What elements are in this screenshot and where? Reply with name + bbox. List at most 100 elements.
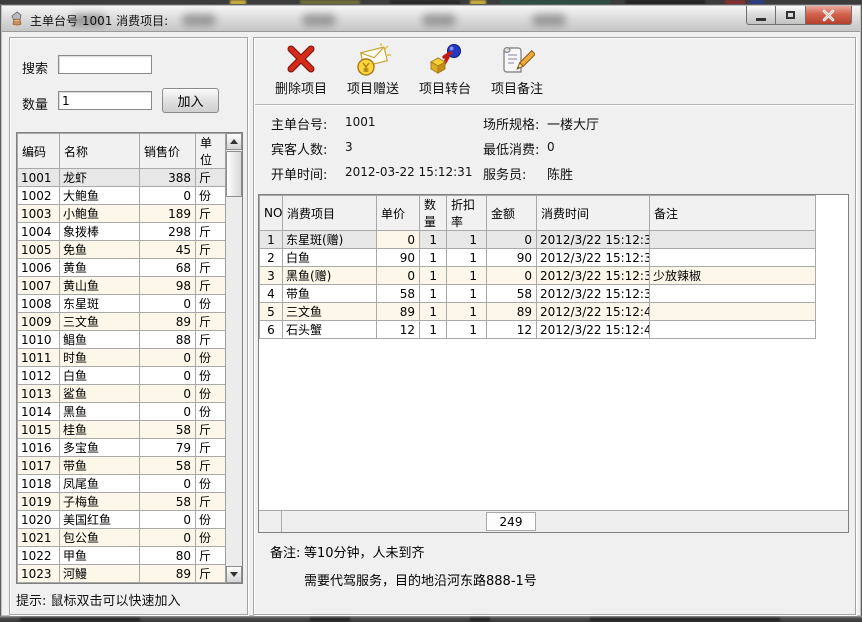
col-header-price[interactable]: 销售价 xyxy=(140,134,196,169)
table-row[interactable]: 1022甲鱼80斤 xyxy=(18,547,226,565)
table-cell: 白鱼 xyxy=(60,367,140,385)
col-header-discount[interactable]: 折扣率 xyxy=(447,196,487,231)
bg-fragment xyxy=(470,618,490,621)
table-cell: 189 xyxy=(140,205,196,223)
table-row[interactable]: 1009三文鱼89斤 xyxy=(18,313,226,331)
table-cell: 1009 xyxy=(18,313,60,331)
table-cell: 32 xyxy=(140,583,196,584)
table-row[interactable]: 1006黄鱼68斤 xyxy=(18,259,226,277)
table-row[interactable]: 1017带鱼58斤 xyxy=(18,457,226,475)
table-cell: 鲨鱼 xyxy=(60,385,140,403)
table-cell: 1002 xyxy=(18,187,60,205)
table-cell: 带鱼 xyxy=(283,285,377,303)
col-header-item[interactable]: 消费项目 xyxy=(283,196,377,231)
table-cell xyxy=(650,303,816,321)
delete-item-button[interactable]: 删除项目 xyxy=(265,43,337,101)
col-header-amount[interactable]: 金额 xyxy=(487,196,537,231)
table-row[interactable]: 1014黑鱼0份 xyxy=(18,403,226,421)
waiter-value: 陈胜 xyxy=(547,164,573,183)
toolbar-button-label: 删除项目 xyxy=(275,78,327,97)
search-input[interactable] xyxy=(58,55,152,74)
transfer-item-button[interactable]: 项目转台 xyxy=(409,43,481,101)
table-row[interactable]: 1016多宝鱼79斤 xyxy=(18,439,226,457)
table-cell: 1003 xyxy=(18,205,60,223)
table-row[interactable]: 1020美国红鱼0份 xyxy=(18,511,226,529)
table-cell: 1012 xyxy=(18,367,60,385)
bg-fragment xyxy=(20,618,140,621)
note-item-button[interactable]: 项目备注 xyxy=(481,43,553,101)
order-toolbar: 删除项目 项目赠送 xyxy=(255,39,854,105)
table-cell: 斤 xyxy=(196,421,226,439)
quantity-input[interactable] xyxy=(58,91,152,110)
table-cell: 58 xyxy=(140,421,196,439)
table-row[interactable]: 1005免鱼45斤 xyxy=(18,241,226,259)
col-header-time[interactable]: 消费时间 xyxy=(537,196,650,231)
table-row[interactable]: 2白鱼9011902012/3/22 15:12:38 xyxy=(260,249,816,267)
table-row[interactable]: 1002大鲍鱼0份 xyxy=(18,187,226,205)
table-row[interactable]: 1015桂鱼58斤 xyxy=(18,421,226,439)
remarks-label: 备注: xyxy=(270,542,300,561)
table-cell xyxy=(650,231,816,249)
table-row[interactable]: 4带鱼5811582012/3/22 15:12:39 xyxy=(260,285,816,303)
table-cell: 90 xyxy=(487,249,537,267)
scroll-thumb[interactable] xyxy=(226,151,242,197)
items-scrollbar[interactable] xyxy=(225,133,242,583)
table-row[interactable]: 1024鲈鱼32斤 xyxy=(18,583,226,584)
table-row[interactable]: 6石头蟹1211122012/3/22 15:12:43 xyxy=(260,321,816,339)
table-cell: 免鱼 xyxy=(60,241,140,259)
glass-blur-blob xyxy=(302,14,336,26)
table-row[interactable]: 1010鲳鱼88斤 xyxy=(18,331,226,349)
col-header-remark[interactable]: 备注 xyxy=(650,196,816,231)
scroll-up-button[interactable] xyxy=(226,133,242,150)
table-row[interactable]: 1012白鱼0份 xyxy=(18,367,226,385)
table-no-label: 主单台号: xyxy=(271,114,327,133)
table-cell: 份 xyxy=(196,187,226,205)
table-cell: 1 xyxy=(420,267,447,285)
minimize-icon xyxy=(756,18,766,21)
table-row[interactable]: 1019子梅鱼58斤 xyxy=(18,493,226,511)
table-cell: 1 xyxy=(447,303,487,321)
table-row[interactable]: 1008东星斑0份 xyxy=(18,295,226,313)
table-row[interactable]: 1004象拨棒298斤 xyxy=(18,223,226,241)
table-cell: 0 xyxy=(377,267,420,285)
col-header-unit-price[interactable]: 单价 xyxy=(377,196,420,231)
table-cell: 黑鱼(赠) xyxy=(283,267,377,285)
search-label: 搜索 xyxy=(22,58,48,77)
minimize-button[interactable] xyxy=(746,6,776,25)
col-header-code[interactable]: 编码 xyxy=(18,134,60,169)
maximize-button[interactable] xyxy=(776,6,806,25)
table-cell: 1 xyxy=(447,285,487,303)
table-cell: 1024 xyxy=(18,583,60,584)
table-row[interactable]: 1023河鳗89斤 xyxy=(18,565,226,583)
table-cell: 1017 xyxy=(18,457,60,475)
scroll-down-icon xyxy=(230,572,238,577)
table-row[interactable]: 1013鲨鱼0份 xyxy=(18,385,226,403)
table-cell: 0 xyxy=(140,511,196,529)
gift-item-button[interactable]: 项目赠送 xyxy=(337,43,409,101)
table-row[interactable]: 1007黄山鱼98斤 xyxy=(18,277,226,295)
col-header-unit[interactable]: 单位 xyxy=(196,134,226,169)
table-cell: 1016 xyxy=(18,439,60,457)
table-cell: 斤 xyxy=(196,205,226,223)
title-bar[interactable]: 主单台号 1001 消费项目: xyxy=(2,6,860,32)
table-row[interactable]: 1011时鱼0份 xyxy=(18,349,226,367)
table-row[interactable]: 1001龙虾388斤 xyxy=(18,169,226,187)
table-cell: 0 xyxy=(140,187,196,205)
table-row[interactable]: 5三文鱼8911892012/3/22 15:12:40 xyxy=(260,303,816,321)
hint-text: 提示: 鼠标双击可以快速加入 xyxy=(16,590,181,609)
col-header-name[interactable]: 名称 xyxy=(60,134,140,169)
table-row[interactable]: 1003小鲍鱼189斤 xyxy=(18,205,226,223)
table-row[interactable]: 1东星斑(赠)01102012/3/22 15:12:37 xyxy=(260,231,816,249)
table-cell: 3 xyxy=(260,267,283,285)
add-button[interactable]: 加入 xyxy=(162,88,219,113)
scroll-down-button[interactable] xyxy=(226,566,242,583)
col-header-qty[interactable]: 数量 xyxy=(420,196,447,231)
col-header-no[interactable]: NO xyxy=(260,196,283,231)
table-cell: 斤 xyxy=(196,457,226,475)
table-row[interactable]: 1021包公鱼0份 xyxy=(18,529,226,547)
table-row[interactable]: 3黑鱼(赠)01102012/3/22 15:12:38少放辣椒 xyxy=(260,267,816,285)
guests-value: 3 xyxy=(345,140,353,154)
open-time-value: 2012-03-22 15:12:31 xyxy=(345,165,472,179)
table-row[interactable]: 1018凤尾鱼0份 xyxy=(18,475,226,493)
close-button[interactable] xyxy=(806,6,852,25)
